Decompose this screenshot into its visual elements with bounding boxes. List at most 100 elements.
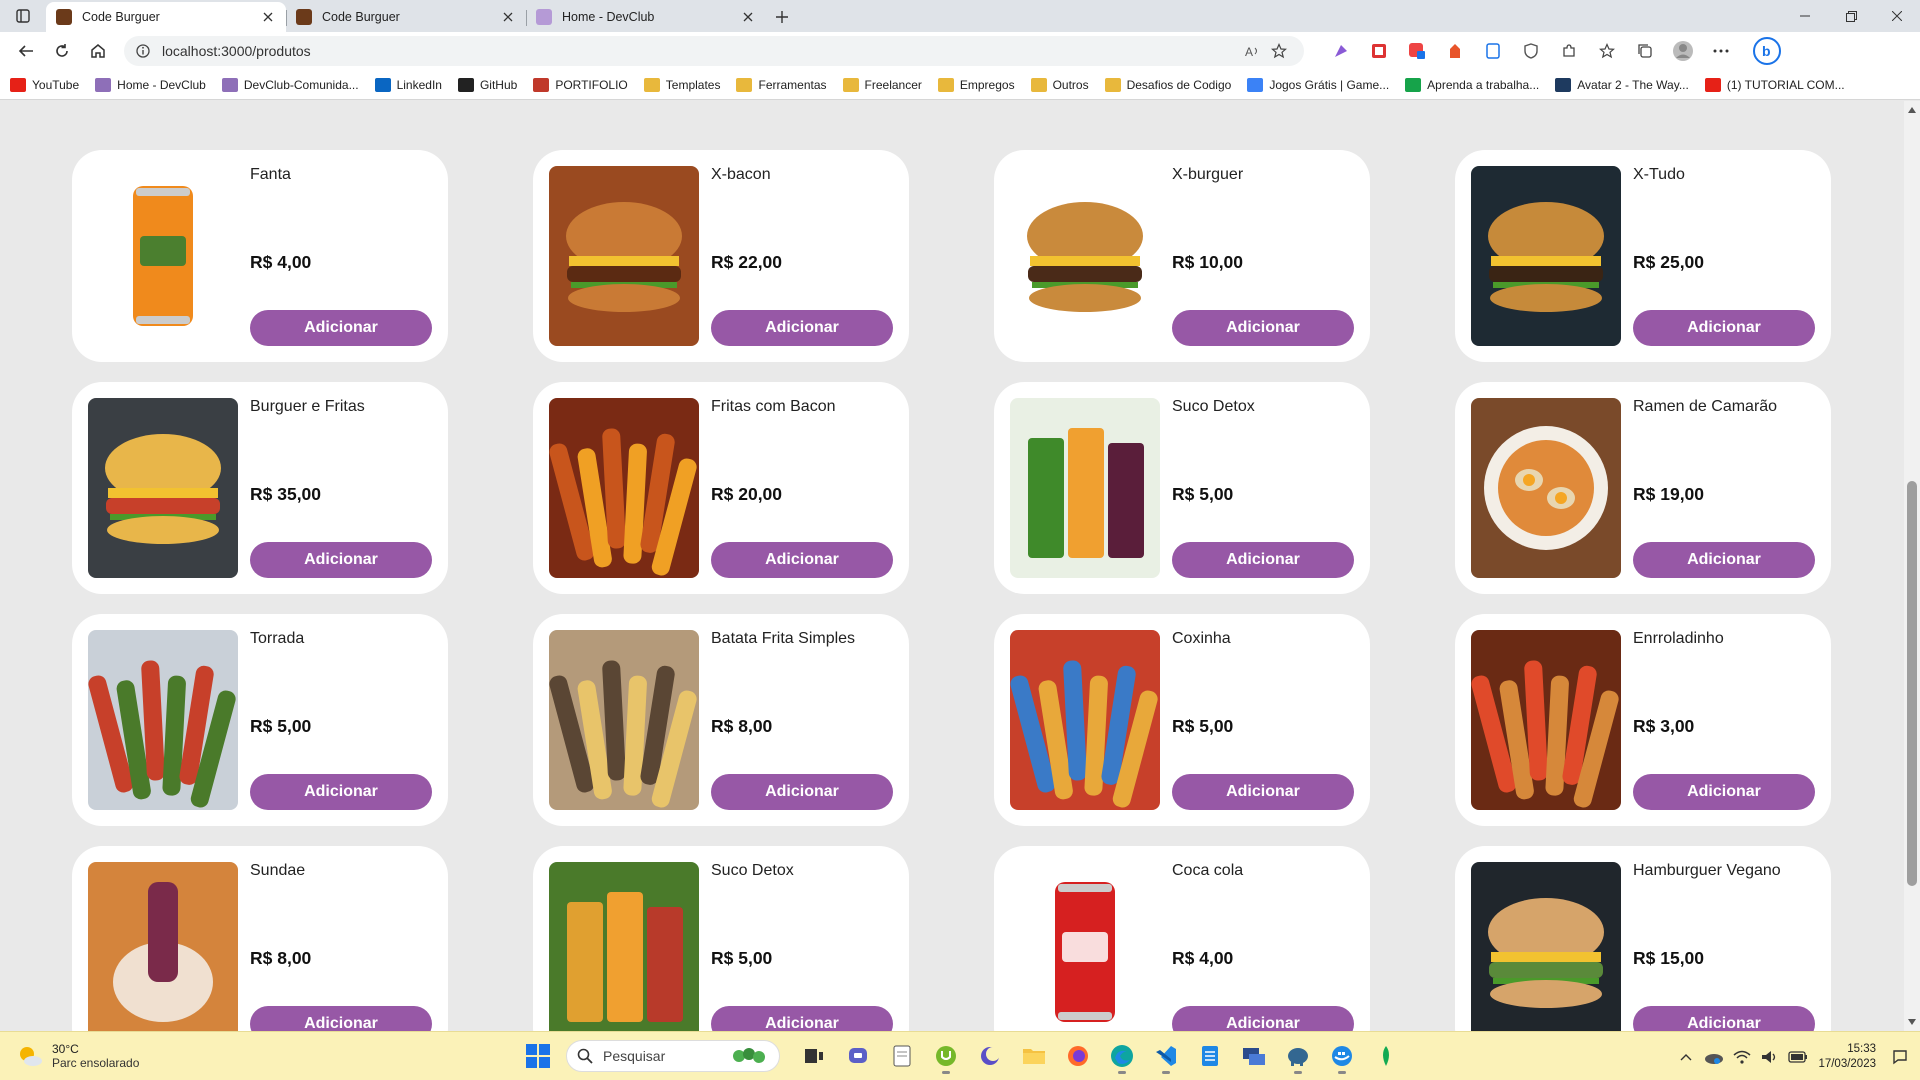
product-grid: Fanta R$ 4,00 Adicionar X-bacon R$ 22,00 Adic…: [72, 150, 1831, 1031]
bookmark-icon: [95, 77, 112, 92]
bookmark-item[interactable]: Aprenda a trabalha...: [1405, 77, 1539, 92]
add-to-cart-button[interactable]: Adicionar: [1633, 1006, 1815, 1031]
close-tab-icon[interactable]: [260, 9, 276, 25]
bookmark-item[interactable]: Ferramentas: [736, 77, 827, 92]
extension-icon[interactable]: [1436, 35, 1474, 67]
close-tab-icon[interactable]: [500, 9, 516, 25]
bookmark-item[interactable]: (1) TUTORIAL COM...: [1704, 77, 1845, 92]
product-image: [549, 630, 699, 810]
postgres-elephant-icon[interactable]: [1276, 1038, 1320, 1074]
add-to-cart-button[interactable]: Adicionar: [1172, 774, 1354, 810]
utorrent-icon[interactable]: [924, 1038, 968, 1074]
back-arrow-icon[interactable]: [8, 35, 44, 67]
product-name: Coca cola: [1172, 862, 1244, 879]
taskbar-clock[interactable]: 15:33 17/03/2023: [1818, 1042, 1876, 1072]
bookmark-item[interactable]: GitHub: [457, 77, 517, 92]
bookmark-item[interactable]: Empregos: [937, 77, 1015, 92]
minimize-icon[interactable]: [1782, 0, 1828, 32]
chevron-up-icon[interactable]: [1672, 1042, 1700, 1072]
bookmark-item[interactable]: YouTube: [10, 77, 79, 92]
read-aloud-icon[interactable]: A: [1240, 44, 1266, 58]
refresh-icon[interactable]: [44, 35, 80, 67]
volume-icon[interactable]: [1756, 1042, 1784, 1072]
taskbar-search[interactable]: Pesquisar: [566, 1040, 780, 1072]
moon-app-icon[interactable]: [968, 1038, 1012, 1074]
address-bar[interactable]: localhost:3000/produtos A: [124, 36, 1304, 66]
bookmark-item[interactable]: Home - DevClub: [95, 77, 206, 92]
bing-chat-icon[interactable]: b: [1748, 35, 1786, 67]
bookmark-item[interactable]: Freelancer: [842, 77, 922, 92]
close-window-icon[interactable]: [1874, 0, 1920, 32]
bookmark-item[interactable]: Jogos Grátis | Game...: [1247, 77, 1389, 92]
add-to-cart-button[interactable]: Adicionar: [250, 774, 432, 810]
url-text[interactable]: localhost:3000/produtos: [162, 43, 1240, 59]
windows-start-icon[interactable]: [526, 1044, 550, 1068]
mongodb-leaf-icon[interactable]: [1364, 1038, 1408, 1074]
scrollbar-thumb[interactable]: [1907, 481, 1917, 886]
add-to-cart-button[interactable]: Adicionar: [250, 542, 432, 578]
add-to-cart-button[interactable]: Adicionar: [1633, 310, 1815, 346]
product-image: [1471, 166, 1621, 346]
bookmark-item[interactable]: Desafios de Codigo: [1104, 77, 1231, 92]
add-to-cart-button[interactable]: Adicionar: [711, 1006, 893, 1031]
collections-icon[interactable]: [1626, 35, 1664, 67]
extension-icon[interactable]: [1322, 35, 1360, 67]
browser-tab[interactable]: Code Burguer: [286, 2, 526, 32]
add-to-cart-button[interactable]: Adicionar: [250, 310, 432, 346]
restore-icon[interactable]: [1828, 0, 1874, 32]
edge-browser-icon[interactable]: [1100, 1038, 1144, 1074]
notepad-icon[interactable]: [880, 1038, 924, 1074]
browser-tab[interactable]: Code Burguer: [46, 2, 286, 32]
info-icon[interactable]: [136, 44, 150, 58]
vscode-icon[interactable]: [1144, 1038, 1188, 1074]
remote-desktop-icon[interactable]: [1232, 1038, 1276, 1074]
devclub-favicon-icon: [536, 9, 552, 25]
add-to-cart-button[interactable]: Adicionar: [1633, 774, 1815, 810]
more-menu-icon[interactable]: [1702, 35, 1740, 67]
favorites-icon[interactable]: [1588, 35, 1626, 67]
add-to-cart-button[interactable]: Adicionar: [1172, 310, 1354, 346]
home-icon[interactable]: [80, 35, 116, 67]
file-explorer-icon[interactable]: [1012, 1038, 1056, 1074]
add-to-cart-button[interactable]: Adicionar: [711, 310, 893, 346]
browser-tab[interactable]: Home - DevClub: [526, 2, 766, 32]
add-to-cart-button[interactable]: Adicionar: [711, 774, 893, 810]
page-scrollbar[interactable]: [1904, 101, 1920, 1031]
bookmark-item[interactable]: DevClub-Comunida...: [221, 77, 359, 92]
firefox-icon[interactable]: [1056, 1038, 1100, 1074]
product-card: Suco Detox R$ 5,00 Adicionar: [533, 846, 909, 1031]
extension-icon[interactable]: [1360, 35, 1398, 67]
bookmark-item[interactable]: Templates: [643, 77, 720, 92]
teams-chat-icon[interactable]: [836, 1038, 880, 1074]
extensions-puzzle-icon[interactable]: [1550, 35, 1588, 67]
bookmark-item[interactable]: PORTIFOLIO: [533, 77, 628, 92]
bookmark-item[interactable]: Avatar 2 - The Way...: [1555, 77, 1689, 92]
notification-icon[interactable]: [1886, 1042, 1914, 1072]
tab-actions-icon[interactable]: [0, 0, 46, 32]
add-to-cart-button[interactable]: Adicionar: [250, 1006, 432, 1031]
scroll-down-icon[interactable]: [1908, 1019, 1916, 1025]
add-to-cart-button[interactable]: Adicionar: [711, 542, 893, 578]
docker-icon[interactable]: [1320, 1038, 1364, 1074]
battery-icon[interactable]: [1784, 1042, 1812, 1072]
bookmark-item[interactable]: LinkedIn: [374, 77, 442, 92]
favorite-star-icon[interactable]: [1266, 43, 1292, 59]
onedrive-icon[interactable]: [1700, 1042, 1728, 1072]
new-tab-button[interactable]: [766, 2, 798, 32]
product-card: Hamburguer Vegano R$ 15,00 Adicionar: [1455, 846, 1831, 1031]
add-to-cart-button[interactable]: Adicionar: [1172, 542, 1354, 578]
scroll-up-icon[interactable]: [1908, 107, 1916, 113]
add-to-cart-button[interactable]: Adicionar: [1633, 542, 1815, 578]
product-price: R$ 15,00: [1633, 948, 1705, 968]
task-view-icon[interactable]: [792, 1038, 836, 1074]
notes-app-icon[interactable]: [1188, 1038, 1232, 1074]
extension-icon[interactable]: [1474, 35, 1512, 67]
wifi-icon[interactable]: [1728, 1042, 1756, 1072]
shield-icon[interactable]: [1512, 35, 1550, 67]
bookmark-item[interactable]: Outros: [1030, 77, 1089, 92]
profile-avatar-icon[interactable]: [1664, 35, 1702, 67]
weather-widget[interactable]: 30°C Parc ensolarado: [16, 1042, 236, 1070]
close-tab-icon[interactable]: [740, 9, 756, 25]
extension-icon[interactable]: [1398, 35, 1436, 67]
add-to-cart-button[interactable]: Adicionar: [1172, 1006, 1354, 1031]
